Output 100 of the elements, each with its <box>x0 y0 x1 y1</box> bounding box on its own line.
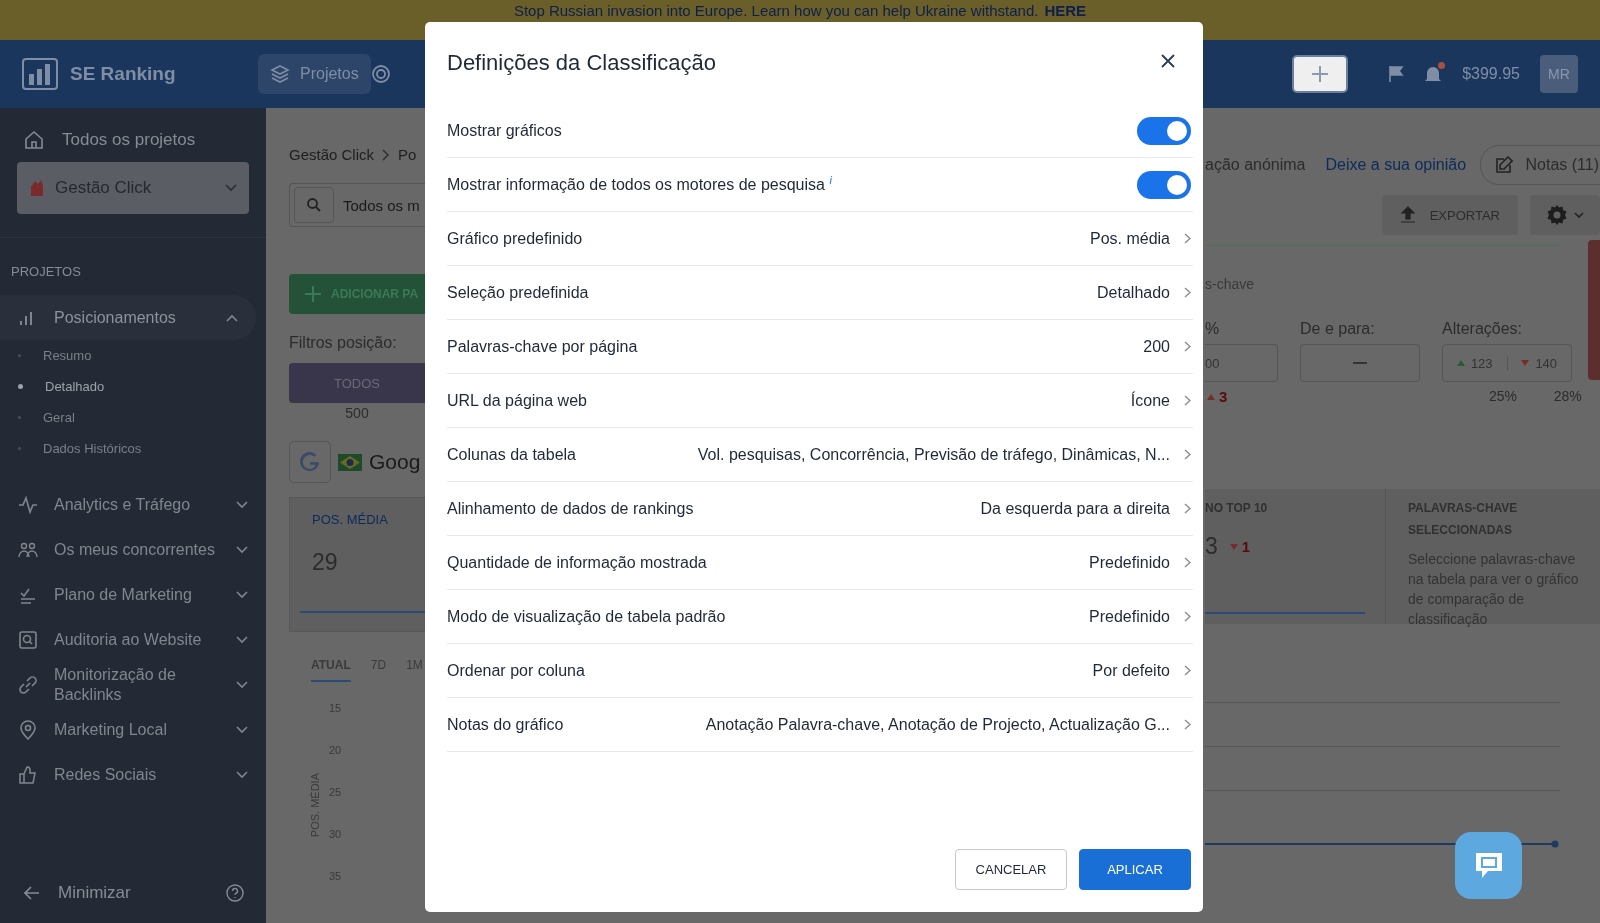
minimize-button[interactable]: Minimizar <box>24 883 131 903</box>
chevron-down-icon <box>225 184 237 192</box>
layers-icon <box>270 64 290 84</box>
help-icon[interactable] <box>226 884 244 902</box>
setting-value[interactable]: 200 <box>1143 337 1191 356</box>
sidebar-subitem[interactable]: Detalhado <box>0 371 266 402</box>
setting-label: Ordenar por coluna <box>447 661 585 680</box>
sidebar-item[interactable]: Auditoria ao Website <box>0 617 266 662</box>
user-avatar[interactable]: MR <box>1540 55 1578 93</box>
flag-brazil-icon <box>338 453 362 471</box>
setting-label: Mostrar gráficos <box>447 121 562 140</box>
g-logo-icon <box>300 452 320 472</box>
chevron-right-icon <box>1184 341 1191 352</box>
triangle-down-icon <box>1229 543 1238 550</box>
chevron-down-icon <box>1574 211 1584 219</box>
add-button[interactable] <box>1292 55 1349 93</box>
setting-value[interactable]: Pos. média <box>1089 229 1191 248</box>
sidebar-subitem[interactable]: Resumo <box>0 340 266 371</box>
target-icon[interactable] <box>370 64 391 84</box>
setting-label: Palavras-chave por página <box>447 337 638 356</box>
setting-label: Modo de visualização de tabela padrão <box>447 607 726 626</box>
chevron-down-icon <box>236 545 248 554</box>
upload-icon <box>1399 206 1416 224</box>
filter-label: De e para: <box>1300 320 1376 338</box>
chevron-down-icon <box>236 500 248 509</box>
setting-value[interactable]: Detalhado <box>1097 283 1191 302</box>
chevron-right-icon <box>1184 395 1191 406</box>
bell-icon[interactable] <box>1424 64 1443 84</box>
edit-icon <box>1495 156 1514 174</box>
feedback-link[interactable]: Deixe a sua opinião <box>1325 156 1467 174</box>
toggle-switch[interactable] <box>1137 116 1191 145</box>
setting-value[interactable]: Anotação Palavra-chave, Anotação de Projecto, Actualização G... <box>705 715 1191 734</box>
logo-text: SE Ranking <box>70 63 176 85</box>
setting-label: Colunas da tabela <box>447 445 576 464</box>
chat-button[interactable] <box>1455 832 1522 899</box>
delta-value: 3 <box>1219 388 1228 405</box>
sidebar-item[interactable]: Plano de Marketing <box>0 572 266 617</box>
sidebar-subitem[interactable]: Geral <box>0 402 266 433</box>
thumbs-up-icon <box>18 764 38 785</box>
chevron-right-icon <box>1184 503 1191 514</box>
setting-value[interactable]: Vol. pesquisas, Concorrência, Previsão de tráfego, Dinâmicas, N... <box>697 445 1191 464</box>
setting-value[interactable]: Por defeito <box>1092 661 1191 680</box>
chevron-up-icon <box>226 313 238 322</box>
sidebar-item[interactable]: Posicionamentos <box>0 295 256 340</box>
dialog-title: Definições da Classificação <box>447 50 717 76</box>
notes-button[interactable]: Notas (11) <box>1480 145 1600 185</box>
chevron-right-icon <box>1184 665 1191 676</box>
chevron-down-icon <box>236 590 248 599</box>
banner-link[interactable]: HERE <box>1044 3 1087 19</box>
triangle-up-icon <box>1456 360 1465 366</box>
cancel-button[interactable]: CANCELAR <box>955 849 1067 890</box>
banner-text: Stop Russian invasion into Europe. Learn how you can help Ukraine withstand. <box>513 3 1039 19</box>
triangle-down-icon <box>1521 360 1530 366</box>
settings-button[interactable] <box>1530 195 1600 235</box>
chevron-right-icon <box>1184 611 1191 622</box>
magnifier-square-icon <box>18 629 38 650</box>
home-icon <box>24 130 44 150</box>
setting-label: URL da página web <box>447 391 587 410</box>
sidebar-item[interactable]: Marketing Local <box>0 707 266 752</box>
sidebar-subitem[interactable]: Dados Históricos <box>0 433 266 464</box>
arrow-left-icon <box>24 886 40 900</box>
chevron-down-icon <box>236 725 248 734</box>
setting-label: Gráfico predefinido <box>447 229 583 248</box>
delta-value: 1 <box>1241 538 1251 555</box>
sidebar-item[interactable]: Analytics e Tráfego <box>0 482 266 527</box>
sidebar-item[interactable]: Monitorização de Backlinks <box>0 662 266 707</box>
search-icon <box>307 198 321 212</box>
all-projects-link[interactable]: Todos os projetos <box>0 108 266 162</box>
triangle-up-icon <box>1207 393 1215 400</box>
plus-icon <box>305 286 321 302</box>
plus-icon <box>1311 65 1330 83</box>
setting-label: Mostrar informação de todos os motores de pesquisa $^{i}$ <box>447 174 832 195</box>
sidebar-item[interactable]: Redes Sociais <box>0 752 266 797</box>
setting-value[interactable]: Predefinido <box>1089 553 1191 572</box>
anonymous-text: ação anónima <box>1205 156 1306 174</box>
chevron-down-icon <box>236 680 248 689</box>
setting-value[interactable]: Da esquerda para a direita <box>980 499 1191 518</box>
toggle-switch[interactable] <box>1137 170 1191 199</box>
map-pin-icon <box>18 719 38 740</box>
setting-value[interactable]: Predefinido <box>1089 607 1191 626</box>
range-field[interactable] <box>1300 344 1420 382</box>
chevron-right-icon <box>1184 233 1191 244</box>
setting-label: Quantidade de informação mostrada <box>447 553 707 572</box>
breadcrumb-link[interactable]: Gestão Click <box>289 146 375 163</box>
chevron-right-icon <box>1184 557 1191 568</box>
flag-icon[interactable] <box>1388 65 1405 83</box>
filter-count: 500 <box>344 405 370 421</box>
section-heading: PROJETOS <box>10 263 82 281</box>
apply-button[interactable]: APLICAR <box>1079 849 1191 890</box>
chevron-right-icon <box>382 148 391 161</box>
percent-value: 25% <box>1487 388 1518 405</box>
setting-value[interactable]: Ícone <box>1130 391 1191 410</box>
sidebar-item[interactable]: Os meus concorrentes <box>0 527 266 572</box>
nav-tab[interactable]: Projetos <box>258 54 371 94</box>
breadcrumb-link[interactable]: Po <box>398 146 417 163</box>
settings-icon <box>1546 204 1568 226</box>
filter-label: Alterações: <box>1442 320 1523 338</box>
chevron-down-icon <box>236 770 248 779</box>
chevron-down-icon <box>236 635 248 644</box>
balance-text: $399.95 <box>1462 65 1520 83</box>
